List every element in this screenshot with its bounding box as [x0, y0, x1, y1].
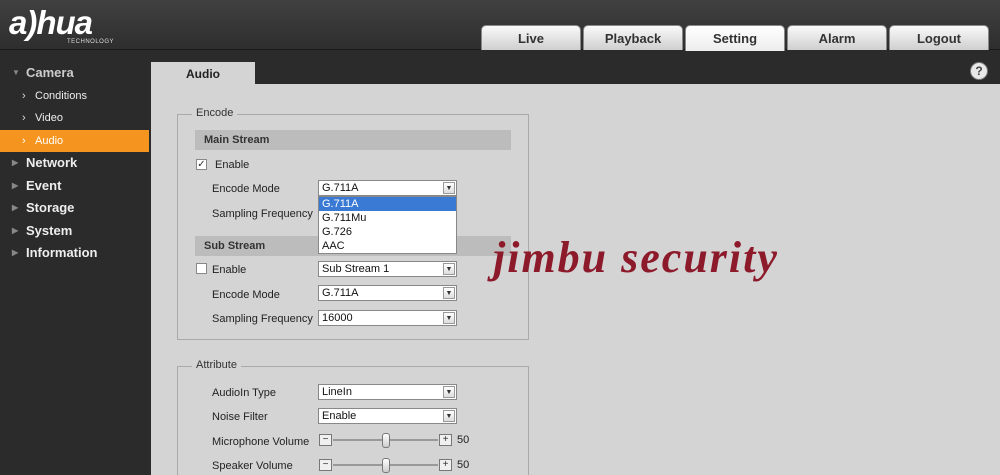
sidebar-item-label: Camera [26, 65, 74, 80]
sidebar-item-label: Event [26, 177, 62, 193]
sidebar-item-system[interactable]: ▶ System [0, 220, 150, 243]
sub-sampling-select[interactable]: 16000 ▼ [318, 310, 457, 326]
sidebar-item-event[interactable]: ▶ Event [0, 175, 150, 198]
triangle-right-icon: ▶ [12, 203, 19, 212]
sub-sampling-label: Sampling Frequency [212, 313, 313, 325]
dropdown-option[interactable]: G.711Mu [319, 211, 456, 225]
minus-icon[interactable]: − [319, 459, 332, 471]
dropdown-arrow-icon: ▼ [443, 287, 455, 299]
dropdown-arrow-icon: ▼ [443, 182, 455, 194]
minus-icon[interactable]: − [319, 434, 332, 446]
plus-icon[interactable]: + [439, 434, 452, 446]
sidebar-item-storage[interactable]: ▶ Storage [0, 197, 150, 220]
microphone-volume-slider: − + 50 [319, 433, 474, 448]
main-stream-enable-label: Enable [215, 159, 250, 171]
page-tab-audio[interactable]: Audio [151, 62, 255, 86]
noise-filter-value: Enable [322, 410, 357, 422]
microphone-volume-value: 50 [457, 434, 470, 446]
slider-thumb[interactable] [382, 433, 390, 448]
main-encode-mode-label: Encode Mode [212, 183, 280, 195]
dropdown-arrow-icon: ▼ [443, 386, 455, 398]
triangle-right-icon: ▶ [12, 225, 19, 235]
tab-logout[interactable]: Logout [889, 25, 989, 50]
audioin-type-value: LineIn [322, 386, 352, 398]
tab-playback[interactable]: Playback [583, 25, 683, 50]
speaker-volume-value: 50 [457, 459, 470, 471]
audioin-type-label: AudioIn Type [212, 387, 277, 399]
sub-encode-mode-select[interactable]: G.711A ▼ [318, 285, 457, 301]
dropdown-arrow-icon: ▼ [443, 410, 455, 422]
sidebar-item-video[interactable]: › Video [0, 107, 150, 130]
dropdown-option[interactable]: G.711A [319, 197, 456, 211]
sidebar-item-label: Conditions [35, 89, 87, 102]
noise-filter-label: Noise Filter [212, 411, 268, 423]
main-encode-mode-select[interactable]: G.711A ▼ [318, 180, 457, 196]
dropdown-arrow-icon: ▼ [443, 263, 455, 275]
triangle-down-icon: ▼ [12, 68, 20, 77]
dropdown-option[interactable]: G.726 [319, 225, 456, 239]
watermark-text: jimbu security [493, 233, 779, 282]
speaker-volume-label: Speaker Volume [212, 460, 293, 472]
encode-legend: Encode [192, 107, 238, 119]
sidebar-item-label: System [26, 222, 73, 238]
sidebar-item-label: Network [26, 155, 78, 170]
sidebar-item-network[interactable]: ▶ Network [0, 152, 150, 175]
logo-subtext: TECHNOLOGY [67, 39, 115, 45]
main-stream-enable-checkbox[interactable]: ✓ [196, 159, 207, 170]
plus-icon[interactable]: + [439, 459, 452, 471]
content-top-bar [150, 51, 1000, 83]
tab-setting[interactable]: Setting [685, 25, 785, 51]
triangle-right-icon: ▶ [12, 248, 19, 257]
noise-filter-select[interactable]: Enable ▼ [318, 408, 457, 424]
sidebar-item-information[interactable]: ▶ Information [0, 242, 150, 265]
chevron-right-icon: › [22, 134, 26, 147]
tab-alarm[interactable]: Alarm [787, 25, 887, 50]
microphone-volume-label: Microphone Volume [212, 436, 310, 448]
slider-thumb[interactable] [382, 458, 390, 473]
sidebar-item-label: Video [35, 112, 63, 124]
triangle-right-icon: ▶ [12, 158, 19, 167]
sub-sampling-value: 16000 [322, 312, 353, 324]
sub-stream-select[interactable]: Sub Stream 1 ▼ [318, 261, 457, 277]
logo-text: a)hua [9, 4, 93, 41]
sidebar-item-audio[interactable]: › Audio [0, 129, 149, 152]
main-nav-tabs: Live Playback Setting Alarm Logout [481, 25, 991, 51]
sidebar-item-label: Information [26, 245, 98, 260]
main-stream-header: Main Stream [195, 130, 511, 150]
attribute-legend: Attribute [192, 359, 241, 371]
speaker-volume-slider: − + 50 [319, 458, 474, 473]
sidebar-item-camera[interactable]: ▼ Camera [0, 62, 150, 85]
sidebar: ▼ Camera › Conditions › Video › Audio ▶ … [0, 51, 150, 475]
dahua-logo: a)hua TECHNOLOGY [9, 4, 114, 46]
sub-encode-mode-label: Encode Mode [212, 289, 280, 301]
sidebar-item-label: Storage [26, 200, 75, 215]
top-header: a)hua TECHNOLOGY Live Playback Setting A… [0, 0, 1000, 51]
main-sampling-label: Sampling Frequency [212, 208, 313, 220]
sub-stream-enable-checkbox[interactable] [196, 263, 207, 274]
chevron-right-icon: › [22, 89, 26, 102]
main-encode-mode-value: G.711A [322, 182, 359, 194]
triangle-right-icon: ▶ [12, 180, 19, 190]
chevron-right-icon: › [22, 112, 26, 124]
dropdown-arrow-icon: ▼ [443, 312, 455, 324]
sub-stream-value: Sub Stream 1 [322, 263, 390, 275]
sub-stream-enable-label: Enable [212, 264, 247, 276]
dropdown-option[interactable]: AAC [319, 239, 456, 253]
sub-encode-mode-value: G.711A [322, 287, 359, 299]
tab-live[interactable]: Live [481, 25, 581, 50]
help-icon[interactable]: ? [970, 62, 988, 80]
sidebar-item-conditions[interactable]: › Conditions [0, 85, 150, 108]
audioin-type-select[interactable]: LineIn ▼ [318, 384, 457, 400]
encode-mode-dropdown-list: G.711A G.711Mu G.726 AAC [318, 196, 457, 254]
sidebar-item-label: Audio [35, 134, 64, 147]
